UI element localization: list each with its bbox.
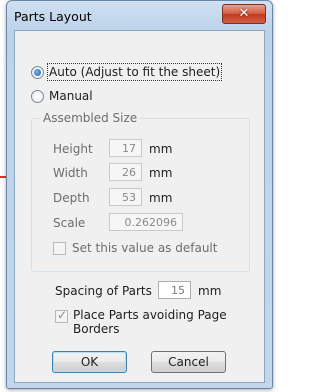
height-label: Height <box>53 142 93 156</box>
width-label: Width <box>53 166 88 180</box>
spacing-input[interactable]: 15 <box>158 281 191 299</box>
dialog-title: Parts Layout <box>14 9 92 24</box>
auto-radio-option[interactable]: Auto (Adjust to fit the sheet) <box>31 63 223 81</box>
manual-radio-label: Manual <box>49 89 93 103</box>
title-bar: Parts Layout ✕ <box>7 1 272 29</box>
assembled-size-title: Assembled Size <box>40 111 141 125</box>
height-input[interactable]: 17 <box>109 139 142 157</box>
dialog-client-area: Auto (Adjust to fit the sheet) Manual As… <box>14 30 265 383</box>
width-unit: mm <box>149 166 173 180</box>
close-button[interactable]: ✕ <box>222 4 266 24</box>
depth-label: Depth <box>53 191 90 205</box>
scale-input[interactable]: 0.262096 <box>109 213 183 231</box>
set-default-checkbox[interactable] <box>53 242 66 255</box>
assembled-size-group: Assembled Size Height 17 mm Width 26 mm … <box>31 111 250 272</box>
manual-radio-option[interactable]: Manual <box>31 89 93 103</box>
avoid-borders-label-line2: Borders <box>73 322 120 336</box>
parts-layout-dialog: Parts Layout ✕ Auto (Adjust to fit the s… <box>6 0 273 389</box>
spacing-label: Spacing of Parts <box>55 284 152 298</box>
avoid-borders-checkbox[interactable] <box>55 308 68 323</box>
width-input[interactable]: 26 <box>109 163 142 181</box>
scale-label: Scale <box>53 216 86 230</box>
depth-unit: mm <box>149 191 173 205</box>
depth-input[interactable]: 53 <box>109 188 142 206</box>
height-unit: mm <box>149 142 173 156</box>
auto-radio-button[interactable] <box>31 65 44 79</box>
set-default-label: Set this value as default <box>72 241 218 255</box>
avoid-borders-label-line1: Place Parts avoiding Page <box>73 308 227 322</box>
manual-radio-button[interactable] <box>31 89 44 103</box>
cancel-button[interactable]: Cancel <box>151 351 226 373</box>
spacing-unit: mm <box>198 284 222 298</box>
ok-button[interactable]: OK <box>52 351 127 373</box>
auto-radio-label: Auto (Adjust to fit the sheet) <box>46 63 223 81</box>
close-icon: ✕ <box>238 6 250 21</box>
